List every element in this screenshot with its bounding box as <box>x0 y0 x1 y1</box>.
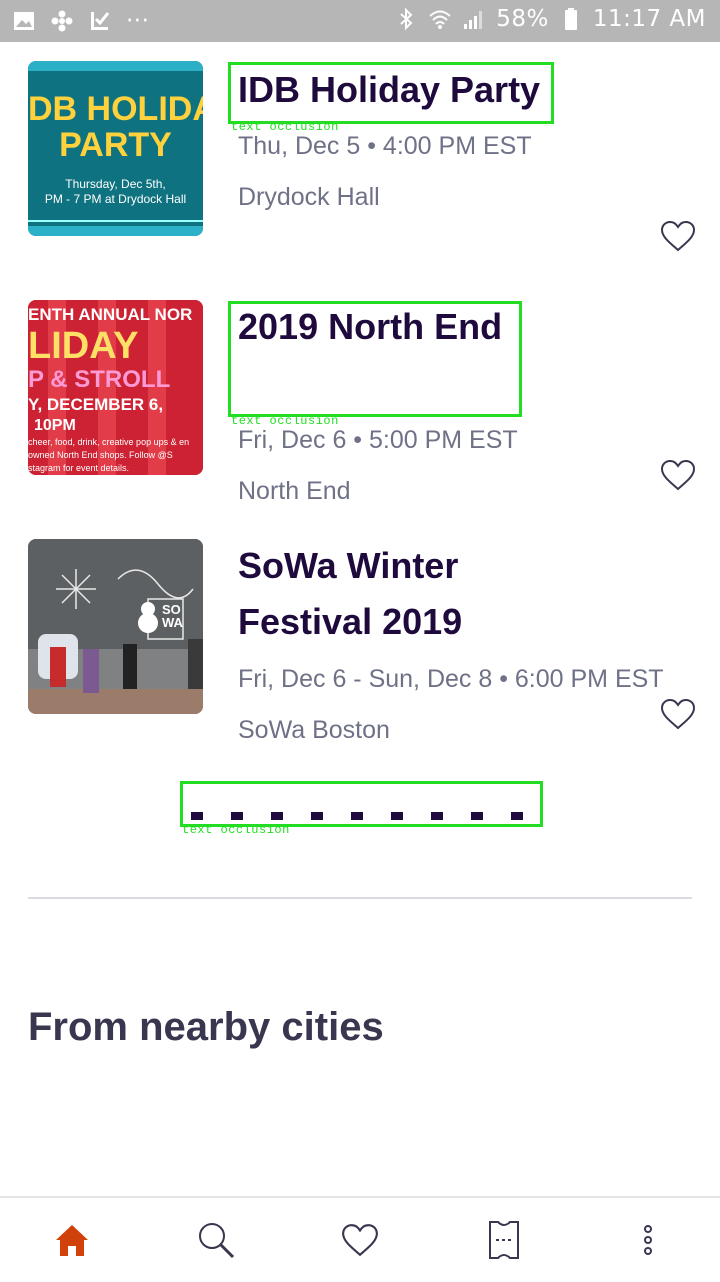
occlusion-box <box>228 301 522 417</box>
ticket-icon <box>489 1221 519 1259</box>
occlusion-label: text occlusion <box>182 823 290 837</box>
nav-likes[interactable] <box>336 1216 384 1264</box>
thumb-holiday: LIDAY <box>28 325 139 367</box>
bluetooth-icon <box>400 7 413 31</box>
battery-icon <box>564 8 577 30</box>
event-thumbnail[interactable]: SO WA <box>28 539 203 714</box>
event-venue: Drydock Hall <box>238 183 380 211</box>
event-card-north-end[interactable]: ENTH ANNUAL NOR LIDAY P & STROLL Y, DECE… <box>0 297 720 507</box>
signal-icon <box>464 11 483 29</box>
thumb-time: PM - 7 PM at Drydock Hall <box>44 192 187 206</box>
nav-more[interactable] <box>624 1216 672 1264</box>
check-flag-icon <box>91 12 110 30</box>
status-notifications: ··· <box>12 8 149 34</box>
section-divider <box>28 897 692 899</box>
event-datetime: Thu, Dec 5 • 4:00 PM EST <box>238 132 532 160</box>
event-venue: North End <box>238 477 351 505</box>
event-card-sowa-winter-festival[interactable]: SO WA SoWa Winter Festival 2019 Fri, Dec… <box>0 536 720 756</box>
thumb-date: Y, DECEMBER 6, <box>28 395 164 414</box>
event-title-line-1: SoWa Winter <box>238 545 459 586</box>
heart-icon <box>342 1224 378 1257</box>
occlusion-box <box>228 62 554 124</box>
fan-icon <box>51 10 73 32</box>
section-title: From nearby cities <box>28 1005 384 1049</box>
thumb-annual: ENTH ANNUAL NOR <box>28 305 193 324</box>
event-thumbnail[interactable]: ENTH ANNUAL NOR LIDAY P & STROLL Y, DECE… <box>28 300 203 475</box>
nav-search[interactable] <box>192 1216 240 1264</box>
nav-tickets[interactable] <box>480 1216 528 1264</box>
thumb-time: 10PM <box>34 417 76 434</box>
clock: 11:17 AM <box>592 6 706 32</box>
thumb-subheadline: PARTY <box>59 126 172 164</box>
more-notifications: ··· <box>126 8 150 34</box>
heart-icon[interactable] <box>660 459 696 491</box>
battery-percent: 58% <box>496 6 549 32</box>
occluded-text-fragment <box>191 812 531 820</box>
thumb-stroll: P & STROLL <box>28 366 171 393</box>
thumb-desc-2: owned North End shops. Follow @S <box>28 450 173 460</box>
wifi-icon <box>429 10 451 29</box>
thumb-desc-3: stagram for event details. <box>28 463 130 473</box>
event-venue: SoWa Boston <box>238 716 390 744</box>
thumb-desc-1: cheer, food, drink, creative pop ups & e… <box>28 437 190 447</box>
event-title-line-2: Festival 2019 <box>238 601 463 642</box>
gallery-icon <box>14 12 34 30</box>
heart-icon[interactable] <box>660 220 696 252</box>
thumb-headline: DB HOLIDA <box>28 90 203 128</box>
search-icon <box>199 1223 235 1259</box>
bottom-navigation <box>0 1196 720 1282</box>
thumb-date: Thursday, Dec 5th, <box>65 177 166 191</box>
event-datetime: Fri, Dec 6 - Sun, Dec 8 • 6:00 PM EST <box>238 665 664 693</box>
event-title[interactable]: SoWa Winter Festival 2019 <box>238 538 462 650</box>
event-thumbnail[interactable]: DB HOLIDA PARTY Thursday, Dec 5th, PM - … <box>28 61 203 236</box>
home-icon <box>56 1225 88 1256</box>
heart-icon[interactable] <box>660 698 696 730</box>
thumb-sign: SO WA <box>162 602 183 630</box>
event-card-idb-holiday-party[interactable]: DB HOLIDA PARTY Thursday, Dec 5th, PM - … <box>0 58 720 258</box>
occlusion-box <box>180 781 543 827</box>
nav-home[interactable] <box>48 1216 96 1264</box>
status-bar: ··· 58% 11:17 AM <box>0 0 720 42</box>
more-icon <box>644 1225 652 1255</box>
event-datetime: Fri, Dec 6 • 5:00 PM EST <box>238 426 518 454</box>
